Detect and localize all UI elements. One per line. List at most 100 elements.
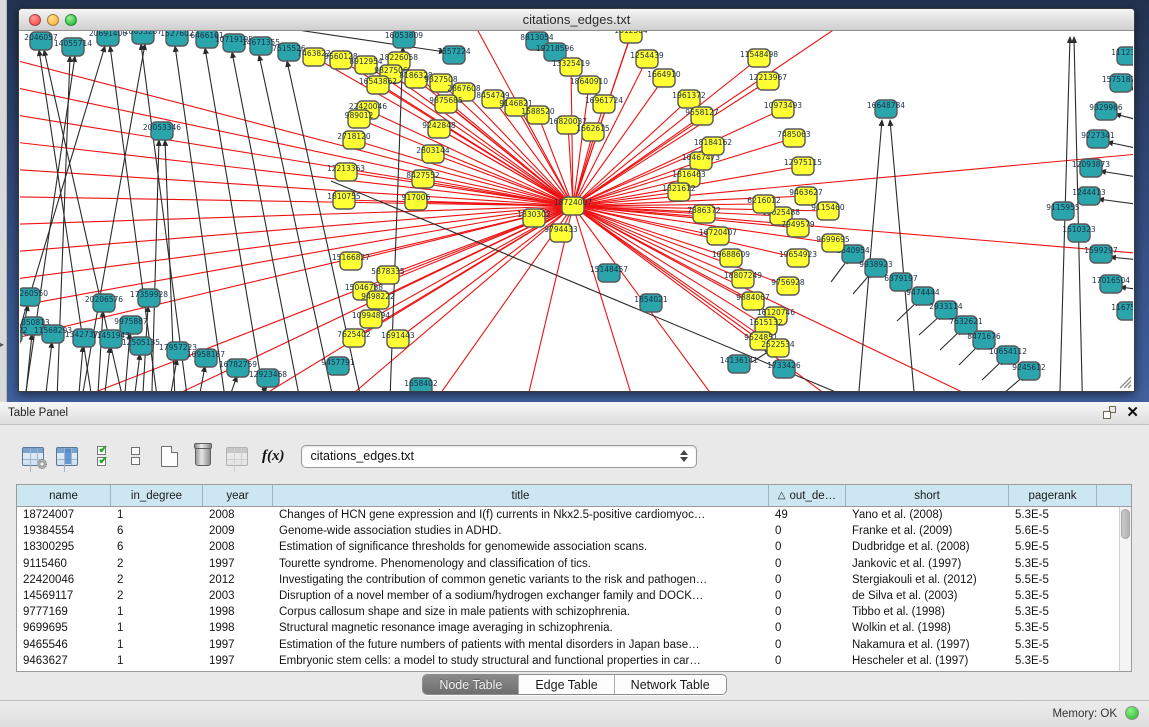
graph-node[interactable]: 17359928 — [130, 289, 168, 307]
graph-node[interactable]: 2718120 — [337, 131, 371, 149]
graph-edge[interactable] — [259, 55, 339, 391]
graph-node[interactable]: 1510323 — [1062, 224, 1096, 242]
graph-node[interactable]: 7625402 — [337, 329, 371, 347]
graph-node[interactable]: 9498222 — [361, 291, 395, 309]
graph-edge[interactable] — [1100, 171, 1133, 179]
graph-node[interactable]: 11548498 — [740, 49, 778, 67]
graph-node[interactable]: 1662615 — [576, 123, 610, 141]
graph-edge[interactable] — [1098, 199, 1133, 206]
window-titlebar[interactable]: citations_edges.txt — [19, 9, 1134, 31]
graph-node[interactable]: 20053346 — [143, 122, 181, 140]
graph-edge[interactable] — [200, 366, 205, 391]
graph-node[interactable]: 12213967 — [749, 72, 787, 90]
graph-node[interactable]: 18640910 — [570, 76, 608, 94]
graph-node[interactable]: 1658402 — [404, 378, 438, 391]
column-header-out_de[interactable]: △out_de… — [769, 485, 846, 506]
function-builder-button[interactable]: f(x) — [262, 448, 285, 465]
scrollbar-thumb[interactable] — [1121, 509, 1130, 539]
graph-node[interactable]: 9115460 — [811, 202, 845, 220]
graph-node[interactable]: 7357224 — [437, 46, 471, 64]
graph-edge[interactable] — [1110, 257, 1133, 261]
graph-edge[interactable] — [573, 151, 1133, 206]
graph-node[interactable]: 1810755 — [327, 191, 361, 209]
network-canvas[interactable]: 2046057140557142069140610653287152760264… — [20, 31, 1133, 391]
graph-node[interactable]: 13325419 — [552, 58, 590, 76]
graph-node[interactable]: 9227341 — [1081, 130, 1115, 148]
table-row[interactable]: 911546021997Tourette syndrome. Phenomeno… — [17, 556, 1131, 572]
table-row[interactable]: 969969511998Structural magnetic resonanc… — [17, 620, 1131, 636]
graph-node[interactable]: 18807249 — [724, 270, 762, 288]
column-header-short[interactable]: short — [846, 485, 1009, 506]
network-view-window[interactable]: citations_edges.txt 20460571405571420691… — [18, 8, 1135, 392]
graph-node[interactable]: 5878335 — [371, 266, 405, 284]
graph-node[interactable]: 16961724 — [585, 95, 623, 113]
window-resize-grip[interactable] — [1118, 375, 1132, 389]
graph-edge[interactable] — [20, 206, 573, 226]
graph-edge[interactable] — [1074, 37, 1083, 391]
table-row[interactable]: 1872400712008Changes of HCN gene express… — [17, 507, 1131, 523]
graph-node[interactable]: 12975115 — [784, 157, 822, 175]
column-header-in_degree[interactable]: in_degree — [111, 485, 203, 506]
graph-node[interactable]: 10654112 — [989, 346, 1027, 364]
graph-node[interactable]: 917006 — [402, 192, 431, 210]
graph-node[interactable]: 1321612 — [662, 183, 696, 201]
graph-edge[interactable] — [46, 342, 52, 391]
graph-node[interactable]: 9329966 — [1089, 102, 1123, 120]
graph-edge[interactable] — [79, 346, 83, 391]
graph-edge[interactable] — [890, 120, 917, 391]
graph-node[interactable]: 989012 — [345, 110, 374, 128]
graph-node[interactable]: 17016504 — [1092, 275, 1130, 293]
graph-edge[interactable] — [135, 354, 140, 391]
graph-node[interactable]: 14136141 — [720, 355, 758, 373]
graph-node[interactable]: 15751874 — [1102, 74, 1133, 92]
float-panel-icon[interactable] — [1103, 406, 1116, 419]
column-header-name[interactable]: name — [17, 485, 111, 506]
graph-node[interactable]: 9558127 — [685, 107, 719, 125]
create-column-button[interactable] — [156, 443, 182, 469]
graph-node[interactable]: 1664910 — [647, 69, 681, 87]
graph-node[interactable]: 1167533 — [1111, 302, 1133, 320]
graph-node[interactable]: 1527602 — [160, 31, 194, 46]
graph-node[interactable]: 1254439 — [630, 50, 664, 68]
graph-node[interactable]: 1961372 — [672, 90, 706, 108]
graph-node[interactable]: 1812304 — [614, 31, 648, 43]
table-selector-dropdown[interactable]: citations_edges.txt — [301, 445, 697, 468]
table-panel-titlebar[interactable]: Table Panel ✕ — [0, 402, 1149, 425]
graph-edge[interactable] — [205, 48, 269, 391]
table-row[interactable]: 1938455462009Genome-wide association stu… — [17, 523, 1131, 539]
graph-edge[interactable] — [151, 140, 159, 391]
show-columns-button[interactable] — [54, 443, 80, 469]
graph-node[interactable]: 9756928 — [771, 277, 805, 295]
table-row[interactable]: 1830029562008Estimation of significance … — [17, 539, 1131, 555]
graph-edge[interactable] — [20, 46, 573, 206]
graph-edge[interactable] — [573, 31, 891, 206]
table-row[interactable]: 946362711997Embryonic stem cells: a mode… — [17, 653, 1131, 669]
close-panel-icon[interactable]: ✕ — [1126, 406, 1139, 419]
graph-edge[interactable] — [221, 206, 573, 391]
tab-edge-table[interactable]: Edge Table — [519, 675, 614, 694]
graph-node[interactable]: 10688609 — [712, 249, 750, 267]
graph-node[interactable]: 7485063 — [777, 129, 811, 147]
graph-node[interactable]: 3915922 — [20, 325, 28, 343]
table-row[interactable]: 977716911998Corpus callosum shape and si… — [17, 604, 1131, 620]
graph-node[interactable]: 16648784 — [867, 100, 905, 118]
select-columns-button[interactable] — [88, 443, 114, 469]
table-row[interactable]: 1456911722003Disruption of a novel membe… — [17, 588, 1131, 604]
graph-edge[interactable] — [232, 52, 305, 391]
column-header-pagerank[interactable]: pagerank — [1009, 485, 1097, 506]
graph-node[interactable]: 7949579 — [781, 219, 815, 237]
table-mode-button[interactable] — [20, 443, 46, 469]
graph-node[interactable]: 19654923 — [779, 249, 817, 267]
graph-node[interactable]: 20206576 — [85, 294, 123, 312]
graph-node[interactable]: 2522534 — [761, 339, 795, 357]
node-attribute-table[interactable]: namein_degreeyeartitle△out_de…shortpager… — [16, 484, 1132, 672]
graph-node[interactable]: 16053809 — [385, 31, 423, 48]
graph-node[interactable]: 20691406 — [89, 31, 127, 46]
delete-column-button[interactable] — [190, 443, 216, 469]
table-row[interactable]: 946554611997Estimation of the future num… — [17, 637, 1131, 653]
row-options-button[interactable] — [122, 443, 148, 469]
graph-node[interactable]: 9457791 — [321, 357, 355, 375]
graph-node[interactable]: 15166827 — [332, 252, 370, 270]
graph-edge[interactable] — [26, 334, 32, 391]
column-header-year[interactable]: year — [203, 485, 273, 506]
